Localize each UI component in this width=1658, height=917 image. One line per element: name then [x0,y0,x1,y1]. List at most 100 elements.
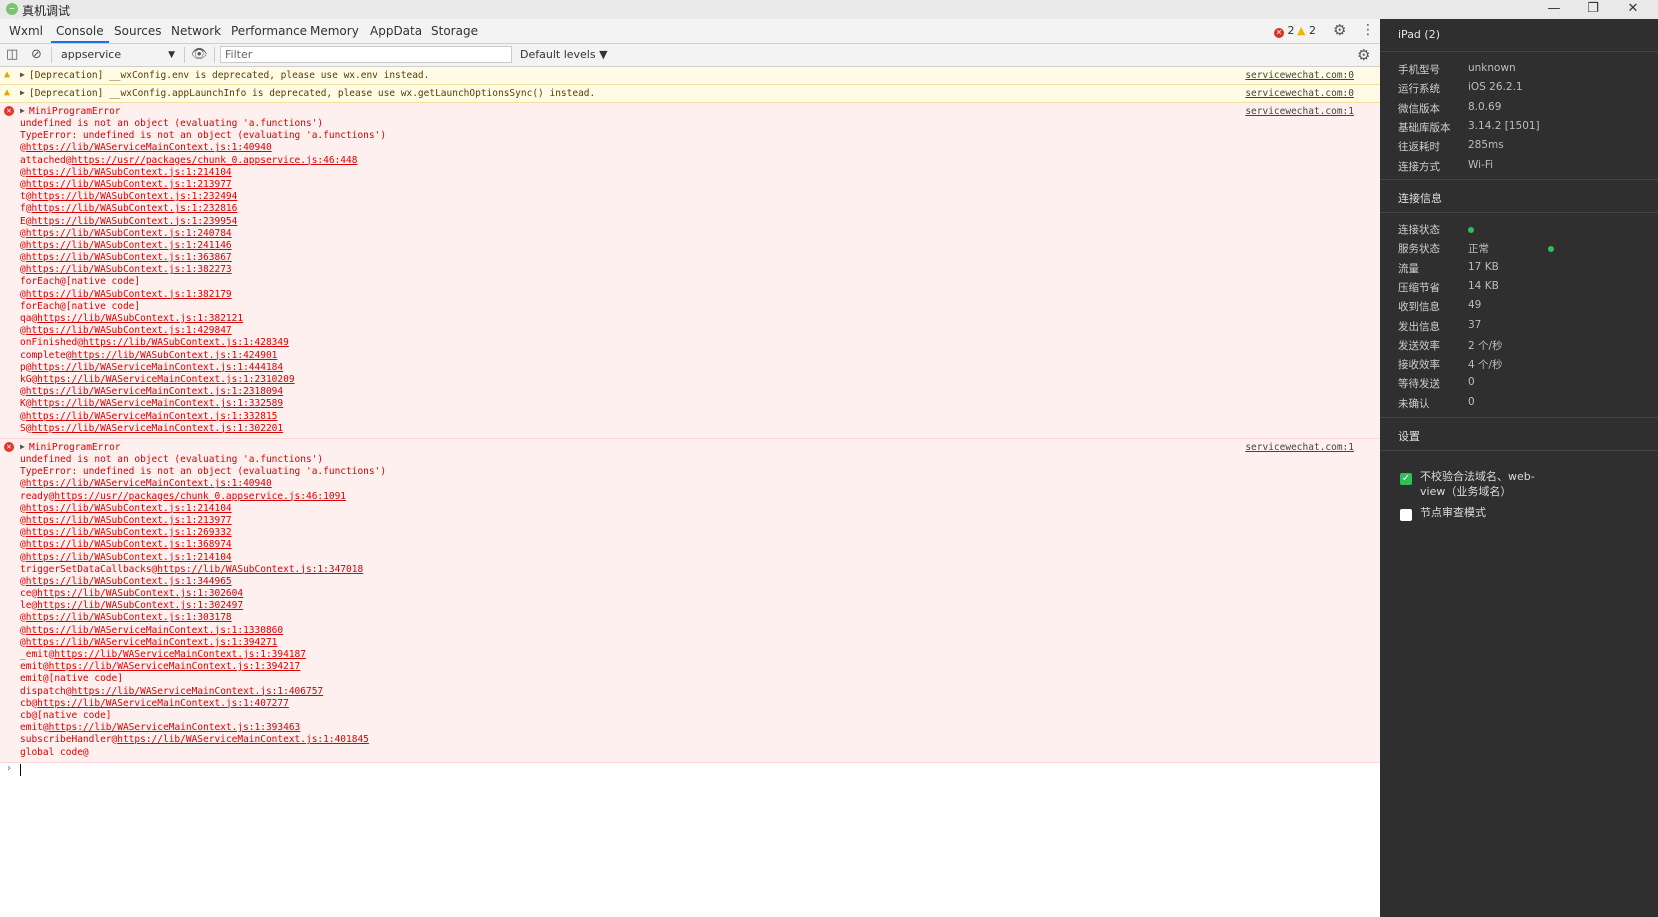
skip-domain-check-checkbox[interactable]: ✓ [1400,473,1412,485]
stack-frame: @https://lib/WASubContext.js:1:214104 [20,503,386,515]
stack-frame: _emit@https://lib/WAServiceMainContext.j… [20,649,386,661]
stack-frame-link[interactable]: https://lib/WASubContext.js:1:428349 [83,337,289,348]
stack-frame-link[interactable]: https://lib/WAServiceMainContext.js:1:13… [26,625,283,636]
restore-button[interactable]: ❐ [1575,0,1611,19]
warning-count-badge[interactable]: ▲ 2 [1297,25,1316,37]
stack-frame-link[interactable]: https://lib/WASubContext.js:1:214104 [26,503,232,514]
source-link[interactable]: servicewechat.com:0 [1245,69,1354,82]
skip-domain-check-label: 不校验合法域名、web-view（业务域名） [1420,470,1535,498]
stack-frame-link[interactable]: https://lib/WASubContext.js:1:214104 [26,552,232,563]
stack-frame-link[interactable]: https://lib/WASubContext.js:1:269332 [26,527,232,538]
stack-frame-link[interactable]: https://lib/WASubContext.js:1:424901 [71,350,277,361]
stack-frame-link[interactable]: https://lib/WASubContext.js:1:239954 [31,216,237,227]
info-value: 49 [1468,299,1482,312]
settings-gear-icon[interactable]: ⚙ [1333,21,1346,39]
stack-frame-link[interactable]: https://lib/WASubContext.js:1:241146 [26,240,232,251]
live-expression-eye-icon[interactable]: 👁 [191,46,208,64]
minimize-button[interactable]: — [1536,0,1572,19]
stack-frame-link[interactable]: https://lib/WASubContext.js:1:302604 [37,588,243,599]
stack-frame-link[interactable]: https://lib/WAServiceMainContext.js:1:40… [71,686,323,697]
connection-status-dot [1468,227,1474,233]
stack-frame: triggerSetDataCallbacks@https://lib/WASu… [20,564,386,576]
warning-count: 2 [1308,24,1316,37]
info-key: 往返耗时 [1398,141,1440,154]
stack-frame-link[interactable]: https://lib/WAServiceMainContext.js:1:23… [26,386,283,397]
info-value: 0 [1468,395,1475,408]
stack-frame: @https://lib/WASubContext.js:1:214104 [20,552,386,564]
stack-frame-link[interactable]: https://lib/WASubContext.js:1:382179 [26,289,232,300]
stack-frame: @https://lib/WASubContext.js:1:382273 [20,264,386,276]
stack-frame: forEach@[native code] [20,301,386,313]
expand-triangle-icon[interactable]: ▶ [20,106,25,115]
log-levels-dropdown[interactable]: Default levels ▼ [520,46,608,64]
stack-frame-link[interactable]: https://lib/WASubContext.js:1:347018 [157,564,363,575]
stack-frame-link[interactable]: https://lib/WASubContext.js:1:382121 [37,313,243,324]
info-key: 压缩节省 [1398,281,1440,294]
toolbar-divider [184,47,185,63]
stack-frame-link[interactable]: https://lib/WASubContext.js:1:213977 [26,179,232,190]
stack-frame-link[interactable]: https://lib/WAServiceMainContext.js:1:33… [26,411,278,422]
stack-frame-link[interactable]: https://lib/WASubContext.js:1:429847 [26,325,232,336]
info-key: 手机型号 [1398,64,1440,76]
stack-frame-link[interactable]: https://usr//packages/chunk_0.appservice… [71,155,357,166]
stack-frame-link[interactable]: https://lib/WASubContext.js:1:214104 [26,167,232,178]
expand-triangle-icon[interactable]: ▶ [20,70,25,79]
stack-frame-link[interactable]: https://lib/WAServiceMainContext.js:1:39… [49,722,301,733]
stack-frame-link[interactable]: https://lib/WASubContext.js:1:363867 [26,252,232,263]
source-link[interactable]: servicewechat.com:0 [1245,87,1354,100]
stack-frame-link[interactable]: https://lib/WAServiceMainContext.js:1:39… [26,637,278,648]
tab-memory[interactable]: Memory [305,19,364,43]
stack-frame-link[interactable]: https://lib/WAServiceMainContext.js:1:40… [26,142,272,153]
stack-frame-link[interactable]: https://lib/WAServiceMainContext.js:1:40… [117,734,369,745]
stack-frame-link[interactable]: https://usr//packages/chunk_0.appservice… [54,491,346,502]
stack-frame: cb@https://lib/WAServiceMainContext.js:1… [20,698,386,710]
stack-frame-link[interactable]: https://lib/WAServiceMainContext.js:1:33… [31,398,283,409]
warning-icon: ▲ [1297,24,1306,37]
tab-appdata[interactable]: AppData [365,19,427,43]
stack-frame-link[interactable]: https://lib/WAServiceMainContext.js:1:40… [26,478,272,489]
expand-triangle-icon[interactable]: ▶ [20,88,25,97]
stack-frame-link[interactable]: https://lib/WAServiceMainContext.js:1:40… [37,698,289,709]
stack-frame-link[interactable]: https://lib/WASubContext.js:1:213977 [26,515,232,526]
console-input-cursor[interactable] [20,764,21,776]
more-menu-icon[interactable]: ⋮ [1361,21,1375,39]
stack-frame-link[interactable]: https://lib/WASubContext.js:1:240784 [26,228,232,239]
source-link[interactable]: servicewechat.com:1 [1245,105,1354,118]
expand-triangle-icon[interactable]: ▶ [20,442,25,451]
stack-frame-link[interactable]: https://lib/WASubContext.js:1:382273 [26,264,232,275]
stack-frame-link[interactable]: https://lib/WAServiceMainContext.js:1:39… [54,649,306,660]
stack-frame-link[interactable]: https://lib/WAServiceMainContext.js:1:39… [49,661,301,672]
stack-frame-link[interactable]: https://lib/WASubContext.js:1:302497 [37,600,243,611]
node-inspect-checkbox[interactable] [1400,509,1412,521]
tab-console[interactable]: Console [51,19,109,43]
filter-input[interactable] [220,46,512,63]
tab-sources[interactable]: Sources [109,19,166,43]
stack-frame-link[interactable]: https://lib/WASubContext.js:1:232494 [31,191,237,202]
node-inspect-label: 节点审查模式 [1420,506,1486,519]
info-key: 流量 [1398,262,1419,275]
stack-frame: @https://lib/WASubContext.js:1:214104 [20,167,386,179]
stack-frame-function: kG@ [20,373,38,385]
clear-console-icon[interactable]: ⊘ [31,46,42,64]
tab-wxml[interactable]: Wxml [4,19,48,43]
stack-frame: @https://lib/WAServiceMainContext.js:1:4… [20,142,386,154]
stack-frame-link[interactable]: https://lib/WAServiceMainContext.js:1:30… [31,423,283,434]
stack-frame-link[interactable]: https://lib/WASubContext.js:1:344965 [26,576,232,587]
stack-frame-link[interactable]: https://lib/WASubContext.js:1:303178 [26,612,232,623]
error-count-badge[interactable]: ✕ 2 [1274,25,1295,38]
sidebar-toggle-icon[interactable]: ◫ [6,46,18,64]
stack-frame-link[interactable]: https://lib/WASubContext.js:1:232816 [31,203,237,214]
console-settings-gear-icon[interactable]: ⚙ [1357,46,1370,64]
close-button[interactable]: ✕ [1615,0,1651,19]
source-link[interactable]: servicewechat.com:1 [1245,441,1354,454]
stack-frame-link[interactable]: https://lib/WAServiceMainContext.js:1:44… [31,362,283,373]
tab-storage[interactable]: Storage [426,19,483,43]
console-output[interactable]: ▲ ▶ [Deprecation] __wxConfig.env is depr… [0,67,1380,917]
app-logo-icon: ~ [6,3,18,15]
stack-frame-link[interactable]: https://lib/WAServiceMainContext.js:1:23… [37,374,294,385]
context-select[interactable]: appservice ▼ [55,46,179,64]
stack-frame-link[interactable]: https://lib/WASubContext.js:1:368974 [26,539,232,550]
tab-performance[interactable]: Performance [226,19,312,43]
tab-network[interactable]: Network [166,19,226,43]
error-stack-trace: undefined is not an object (evaluating '… [20,454,386,759]
